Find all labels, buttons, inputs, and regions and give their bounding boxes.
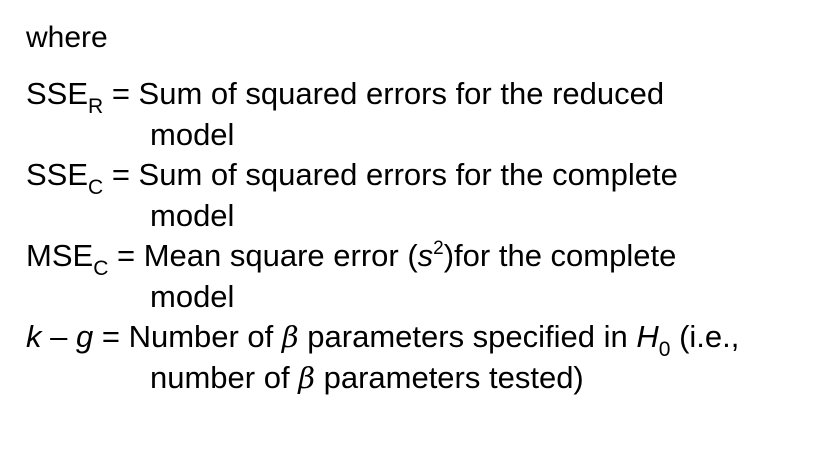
equals-sign: = — [103, 76, 139, 111]
definition-sse-complete: SSEC = Sum of squared errors for the com… — [26, 156, 678, 198]
definition-sse-reduced: SSER = Sum of squared errors for the red… — [26, 75, 665, 117]
definition-text: Number of — [128, 319, 282, 354]
hypothesis-symbol: H — [636, 319, 659, 354]
beta-symbol: β — [298, 361, 315, 395]
equals-sign: = — [103, 157, 139, 192]
beta-symbol: β — [281, 320, 299, 354]
term-g: g — [75, 319, 94, 354]
term-base: SSE — [26, 157, 89, 192]
definition-sse-reduced-continued: model — [150, 117, 235, 152]
variance-symbol: s — [417, 238, 434, 273]
definition-text: Sum of squared errors for the complete — [138, 157, 678, 192]
term-subscript: R — [88, 95, 104, 118]
definition-k-minus-g-continued: number of β parameters tested) — [150, 359, 584, 397]
equals-sign: = — [108, 238, 144, 273]
hypothesis-subscript: 0 — [658, 338, 671, 361]
definition-text: Sum of squared errors for the reduced — [138, 76, 665, 111]
definition-text: Mean square error ( — [143, 238, 418, 273]
term-base: MSE — [26, 238, 94, 273]
definition-mse-complete: MSEC = Mean square error (s2)for the com… — [26, 237, 677, 279]
continued-text-end: parameters tested) — [314, 360, 584, 395]
term-subscript: C — [88, 176, 104, 199]
definition-text-end: (i.e., — [670, 319, 740, 354]
continued-text: number of — [150, 360, 299, 395]
definition-sse-complete-continued: model — [150, 198, 235, 233]
minus-sign: – — [41, 319, 76, 354]
term-k: k — [26, 319, 42, 354]
definition-k-minus-g: k – g = Number of β parameters specified… — [26, 318, 740, 360]
slide: where SSER = Sum of squared errors for t… — [0, 0, 838, 471]
definition-text-end: )for the complete — [443, 238, 677, 273]
equals-sign: = — [93, 319, 129, 354]
definition-mse-complete-continued: model — [150, 279, 235, 314]
superscript: 2 — [433, 238, 444, 259]
definition-text-mid: parameters specified in — [298, 319, 637, 354]
term-subscript: C — [93, 257, 109, 280]
term-base: SSE — [26, 76, 89, 111]
intro-text: where — [26, 21, 108, 54]
